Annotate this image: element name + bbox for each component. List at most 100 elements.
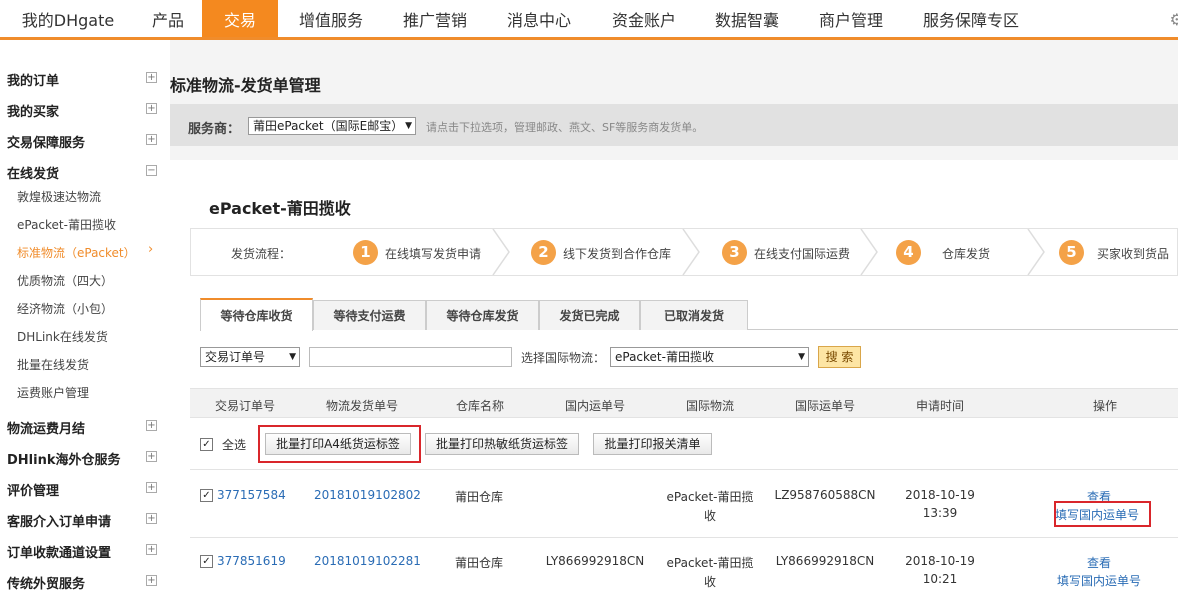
sidebar: 我的订单 + 我的买家 + 交易保障服务 + 在线发货 − 敦煌极速达物流 eP… <box>0 40 170 600</box>
sidebar-section-traditional-trade[interactable]: 传统外贸服务 <box>7 573 85 592</box>
sidebar-section-online-shipping[interactable]: 在线发货 <box>7 163 59 182</box>
nav-messages[interactable]: 消息中心 <box>490 0 588 37</box>
service-label: 服务商： <box>188 122 241 137</box>
shipment-number-link[interactable]: 20181019102802 <box>314 488 421 502</box>
nav-products[interactable]: 产品 <box>136 0 200 37</box>
nav-funds[interactable]: 资金账户 <box>595 0 693 37</box>
step-label: 在线填写发货申请 <box>385 247 482 261</box>
page-title: 标准物流-发货单管理 <box>170 76 321 95</box>
batch-print-thermal-button[interactable]: 批量打印热敏纸货运标签 <box>425 433 579 455</box>
logistics-select[interactable]: ePacket-莆田揽收 ▼ <box>610 347 809 367</box>
column-header: 申请时间 <box>915 399 965 413</box>
expand-icon[interactable]: + <box>146 575 157 586</box>
logistics-label: 选择国际物流： <box>521 351 606 365</box>
apply-time: 13:39 <box>922 506 958 520</box>
service-provider-bar: 服务商： 莆田ePacket（国际E邮宝） ▼ 请点击下拉选项，管理邮政、燕文、… <box>170 104 1178 146</box>
intl-tracking: LZ958760588CN <box>774 488 876 502</box>
sidebar-item-dhlink[interactable]: DHLink在线发货 <box>17 328 108 345</box>
tab-completed[interactable]: 发货已完成 <box>539 300 640 330</box>
flow-label: 发货流程： <box>231 247 292 261</box>
sidebar-item-express[interactable]: 敦煌极速达物流 <box>17 188 101 205</box>
sidebar-item-batch[interactable]: 批量在线发货 <box>17 356 89 373</box>
chevron-right-icon <box>682 229 700 275</box>
column-header: 国内运单号 <box>564 399 626 413</box>
sidebar-section-orders[interactable]: 我的订单 <box>7 70 59 89</box>
sidebar-section-buyers[interactable]: 我的买家 <box>7 101 59 120</box>
expand-icon[interactable]: + <box>146 103 157 114</box>
select-all-checkbox[interactable]: ✓ <box>200 438 213 451</box>
chevron-right-icon <box>860 229 878 275</box>
fill-domestic-tracking-link[interactable]: 填写国内运单号 <box>1057 572 1141 589</box>
apply-date: 2018-10-19 <box>905 488 975 502</box>
step-number: 2 <box>531 240 556 265</box>
shipping-flow: 发货流程： 1 在线填写发货申请 2 线下发货到合作仓库 3 在线支付国际运费 … <box>190 228 1178 276</box>
domestic-tracking: LY866992918CN <box>545 554 645 568</box>
chevron-down-icon: ▼ <box>405 121 412 131</box>
chevron-right-icon: › <box>148 242 154 257</box>
sidebar-section-cs-intervention[interactable]: 客服介入订单申请 <box>7 511 111 530</box>
nav-data[interactable]: 数据智囊 <box>698 0 796 37</box>
highlight-box <box>1054 501 1151 527</box>
sidebar-item-premium[interactable]: 优质物流（四大） <box>17 272 113 289</box>
sidebar-item-standard-epacket[interactable]: 标准物流（ePacket） <box>17 244 136 261</box>
search-button[interactable]: 搜 索 <box>818 346 861 368</box>
expand-icon[interactable]: + <box>146 544 157 555</box>
service-provider-value: 莆田ePacket（国际E邮宝） <box>253 119 404 133</box>
nav-marketing[interactable]: 推广营销 <box>385 0 485 37</box>
sidebar-section-reviews[interactable]: 评价管理 <box>7 480 59 499</box>
column-header: 物流发货单号 <box>325 399 399 413</box>
gear-icon[interactable]: ⚙ <box>1170 10 1178 29</box>
order-number-link[interactable]: 377157584 <box>217 488 286 502</box>
step-number: 5 <box>1059 240 1084 265</box>
intl-logistics: ePacket-莆田揽 <box>666 490 754 504</box>
sidebar-item-freight-account[interactable]: 运费账户管理 <box>17 384 89 401</box>
shipment-number-link[interactable]: 20181019102281 <box>314 554 421 568</box>
apply-time: 10:21 <box>922 572 958 586</box>
expand-icon[interactable]: + <box>146 482 157 493</box>
highlight-box <box>258 425 421 463</box>
step-number: 4 <box>896 240 921 265</box>
nav-merchant[interactable]: 商户管理 <box>802 0 900 37</box>
order-type-select[interactable]: 交易订单号 ▼ <box>200 347 300 367</box>
chevron-right-icon <box>492 229 510 275</box>
nav-trade[interactable]: 交易 <box>202 0 278 37</box>
step-label: 线下发货到合作仓库 <box>563 247 672 261</box>
order-type-value: 交易订单号 <box>205 350 266 364</box>
sidebar-item-economy[interactable]: 经济物流（小包） <box>17 300 113 317</box>
expand-icon[interactable]: + <box>146 72 157 83</box>
view-link[interactable]: 查看 <box>1087 554 1111 571</box>
filter-bar: 交易订单号 ▼ 选择国际物流： ePacket-莆田揽收 ▼ 搜 索 <box>200 346 1178 370</box>
table-header: 交易订单号 物流发货单号 仓库名称 国内运单号 国际物流 国际运单号 申请时间 … <box>190 388 1178 418</box>
batch-print-customs-button[interactable]: 批量打印报关清单 <box>593 433 712 455</box>
expand-icon[interactable]: + <box>146 451 157 462</box>
column-header: 交易订单号 <box>214 399 276 413</box>
panel-title: ePacket-莆田揽收 <box>209 199 351 218</box>
nav-service-guarantee[interactable]: 服务保障专区 <box>908 0 1034 37</box>
expand-icon[interactable]: + <box>146 513 157 524</box>
warehouse-name: 莆田仓库 <box>455 490 504 504</box>
tab-awaiting-receipt[interactable]: 等待仓库收货 <box>200 298 313 331</box>
column-header: 操作 <box>1092 399 1118 413</box>
tab-awaiting-payment[interactable]: 等待支付运费 <box>313 300 426 330</box>
nav-value-added[interactable]: 增值服务 <box>282 0 380 37</box>
sidebar-item-epacket-putian[interactable]: ePacket-莆田揽收 <box>17 216 116 233</box>
sidebar-section-trade-protection[interactable]: 交易保障服务 <box>7 132 85 151</box>
order-search-input[interactable] <box>309 347 512 367</box>
tab-cancelled[interactable]: 已取消发货 <box>640 300 748 330</box>
row-checkbox[interactable]: ✓ <box>200 489 213 502</box>
sidebar-section-monthly[interactable]: 物流运费月结 <box>7 418 85 437</box>
chevron-right-icon <box>1027 229 1045 275</box>
expand-icon[interactable]: + <box>146 134 157 145</box>
sidebar-section-dhlink-warehouse[interactable]: DHlink海外仓服务 <box>7 449 120 468</box>
order-number-link[interactable]: 377851619 <box>217 554 286 568</box>
service-provider-select[interactable]: 莆田ePacket（国际E邮宝） ▼ <box>248 117 416 135</box>
collapse-icon[interactable]: − <box>146 165 157 176</box>
table-row: ✓ 377157584 20181019102802 莆田仓库 ePacket-… <box>190 470 1178 538</box>
apply-date: 2018-10-19 <box>905 554 975 568</box>
row-checkbox[interactable]: ✓ <box>200 555 213 568</box>
tab-awaiting-shipment[interactable]: 等待仓库发货 <box>426 300 539 330</box>
nav-my-dhgate[interactable]: 我的DHgate <box>0 0 136 37</box>
expand-icon[interactable]: + <box>146 420 157 431</box>
sidebar-section-payment-channel[interactable]: 订单收款通道设置 <box>7 542 111 561</box>
step-label: 在线支付国际运费 <box>754 247 851 261</box>
